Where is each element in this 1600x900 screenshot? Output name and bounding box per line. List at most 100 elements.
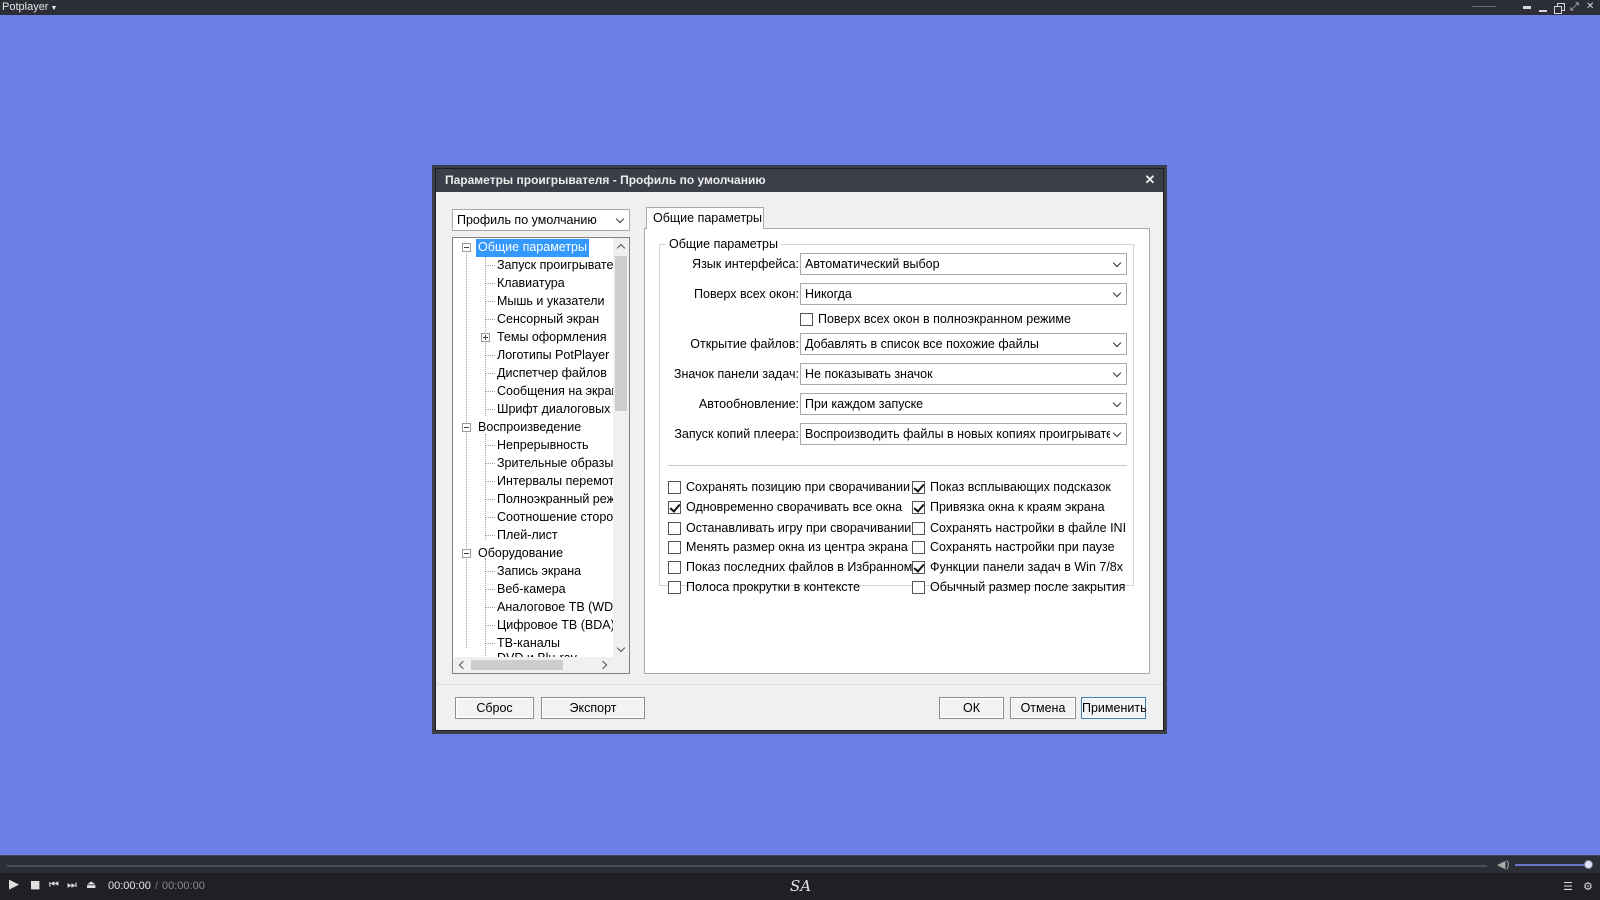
tree-item[interactable]: Полноэкранный реж (497, 491, 615, 509)
checkbox-label: Поверх всех окон в полноэкранном режиме (818, 312, 1071, 326)
time-total: 00:00:00 (162, 880, 205, 892)
volume-knob[interactable] (1584, 860, 1593, 869)
tree-item[interactable]: Запись экрана (497, 563, 581, 581)
scroll-down-icon[interactable] (613, 642, 629, 658)
language-value: Автоматический выбор (805, 257, 940, 271)
collapse-icon[interactable] (462, 549, 471, 558)
minimize-icon[interactable] (1538, 3, 1548, 13)
tree-item[interactable]: Темы оформления (497, 329, 607, 347)
tree-item-playback[interactable]: Воспроизведение (478, 419, 581, 437)
footer-divider (436, 684, 1163, 685)
restore-icon[interactable] (1554, 2, 1565, 14)
tab-general[interactable]: Общие параметры (646, 207, 764, 229)
seek-track[interactable] (7, 865, 1487, 867)
preferences-dialog: Параметры проигрывателя - Профиль по умо… (435, 168, 1164, 731)
tree-item[interactable]: Мышь и указатели (497, 293, 604, 311)
tree-vertical-scrollbar[interactable] (613, 238, 629, 658)
tree-item[interactable]: Интервалы перемотк (497, 473, 615, 491)
scroll-right-icon[interactable] (597, 657, 613, 673)
instances-select[interactable]: Воспроизводить файлы в новых копиях прои… (800, 423, 1127, 445)
dialog-close-icon[interactable]: ✕ (1143, 169, 1157, 191)
tree-horizontal-thumb[interactable] (471, 660, 563, 670)
tree-horizontal-scrollbar[interactable] (453, 657, 629, 673)
group-separator (668, 465, 1127, 466)
save-on-pause-checkbox[interactable]: Сохранять настройки при паузе (912, 539, 1115, 555)
tree-vertical-thumb[interactable] (615, 256, 627, 411)
tree-line (486, 625, 495, 626)
settings-icon[interactable]: ⚙ (1583, 880, 1593, 893)
minimize-all-checkbox[interactable]: Одновременно сворачивать все окна (668, 499, 902, 515)
autoupdate-value: При каждом запуске (805, 397, 924, 411)
stop-icon[interactable]: ■ (30, 879, 40, 891)
tooltips-checkbox[interactable]: Показ всплывающих подсказок (912, 479, 1111, 495)
tree-line (486, 445, 495, 446)
volume-icon[interactable]: ◀) (1497, 858, 1510, 871)
settings-tree: Общие параметры Запуск проигрывател Клав… (452, 237, 630, 674)
fullscreen-icon[interactable] (1570, 0, 1580, 14)
ontop-select[interactable]: Никогда (800, 283, 1127, 305)
tree-item[interactable]: Клавиатура (497, 275, 565, 293)
tree-item[interactable]: Логотипы PotPlayer (497, 347, 609, 365)
caret-down-icon: ▼ (50, 5, 58, 12)
context-scroll-checkbox[interactable]: Полоса прокрутки в контексте (668, 579, 860, 595)
pause-game-checkbox[interactable]: Останавливать игру при сворачивании (668, 520, 911, 536)
pin-icon[interactable] (1522, 3, 1532, 13)
save-ini-checkbox[interactable]: Сохранять настройки в файле INI (912, 520, 1126, 536)
tree-item[interactable]: Непрерывность (497, 437, 589, 455)
expand-icon[interactable] (481, 333, 490, 342)
profile-select[interactable]: Профиль по умолчанию (452, 209, 630, 231)
collapse-icon[interactable] (462, 423, 471, 432)
tree-item[interactable]: Соотношение сторон (497, 509, 615, 527)
ok-button[interactable]: ОК (939, 697, 1004, 719)
tree-line (486, 373, 495, 374)
scroll-up-icon[interactable] (613, 238, 629, 254)
eject-icon[interactable]: ⏏ (86, 879, 96, 891)
checkbox-icon (668, 580, 681, 594)
checkbox-icon (668, 521, 681, 535)
ontop-fullscreen-checkbox[interactable]: Поверх всех окон в полноэкранном режиме (800, 311, 1071, 327)
export-button[interactable]: Экспорт (541, 697, 645, 719)
tree-line (486, 391, 495, 392)
open-files-select[interactable]: Добавлять в список все похожие файлы (800, 333, 1127, 355)
taskbar-win7-checkbox[interactable]: Функции панели задач в Win 7/8x (912, 559, 1123, 575)
seek-bar[interactable] (0, 855, 1600, 873)
tree-line (486, 463, 495, 464)
autoupdate-select[interactable]: При каждом запуске (800, 393, 1127, 415)
checkbox-label: Привязка окна к краям экрана (930, 500, 1105, 514)
save-position-checkbox[interactable]: Сохранять позицию при сворачивании (668, 479, 910, 495)
tree-item[interactable]: Зрительные образы (497, 455, 613, 473)
tree-item[interactable]: Диспетчер файлов (497, 365, 607, 383)
snap-edges-checkbox[interactable]: Привязка окна к краям экрана (912, 499, 1105, 515)
recent-favorites-checkbox[interactable]: Показ последних файлов в Избранном (668, 559, 912, 575)
tree-item[interactable]: Плей-лист (497, 527, 558, 545)
tree-item-general[interactable]: Общие параметры (476, 239, 589, 257)
tree-item-hardware[interactable]: Оборудование (478, 545, 563, 563)
tree-item[interactable]: Сообщения на экран (497, 383, 615, 401)
tree-item[interactable]: Аналоговое ТВ (WDM (497, 599, 615, 617)
language-label: Язык интерфейса: (692, 257, 799, 271)
tree-item[interactable]: Веб-камера (497, 581, 566, 599)
cancel-button[interactable]: Отмена (1010, 697, 1076, 719)
normal-size-checkbox[interactable]: Обычный размер после закрытия (912, 579, 1125, 595)
tree-item[interactable]: Сенсорный экран (497, 311, 599, 329)
close-icon[interactable] (1586, 1, 1596, 13)
collapse-icon[interactable] (462, 243, 471, 252)
app-menu-button[interactable]: Potplayer ▼ (2, 0, 57, 16)
tree-line (486, 643, 495, 644)
playlist-icon[interactable]: ☰ (1563, 880, 1573, 893)
reset-button[interactable]: Сброс (455, 697, 534, 719)
tree-line (486, 319, 495, 320)
next-icon[interactable]: ⏭ (67, 879, 77, 891)
tree-item[interactable]: Запуск проигрывател (497, 257, 615, 275)
apply-button[interactable]: Применить (1081, 697, 1147, 719)
resize-center-checkbox[interactable]: Менять размер окна из центра экрана (668, 539, 908, 555)
tray-select[interactable]: Не показывать значок (800, 363, 1127, 385)
tree-item[interactable]: Шрифт диалоговых о (497, 401, 615, 419)
scroll-left-icon[interactable] (453, 657, 469, 673)
language-select[interactable]: Автоматический выбор (800, 253, 1127, 275)
tree-line (466, 248, 467, 648)
previous-icon[interactable]: ⏮ (49, 879, 59, 891)
tree-item[interactable]: Цифровое ТВ (BDA) (497, 617, 615, 635)
play-icon[interactable]: ▶ (9, 878, 19, 891)
volume-slider[interactable] (1515, 864, 1587, 866)
